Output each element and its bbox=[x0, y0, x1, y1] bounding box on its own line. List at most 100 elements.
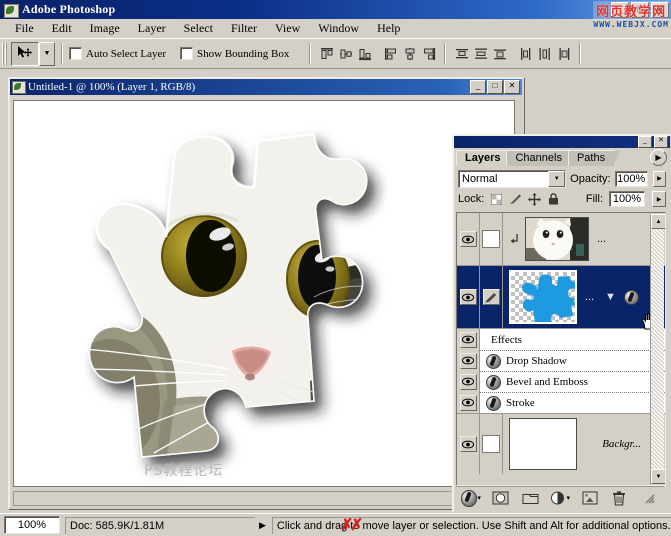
document-minimize-button[interactable]: _ bbox=[470, 80, 486, 94]
layer-visibility-cell[interactable] bbox=[457, 266, 480, 328]
new-group-icon[interactable] bbox=[520, 490, 540, 507]
lock-position-icon[interactable] bbox=[528, 192, 542, 206]
delete-layer-icon[interactable] bbox=[609, 490, 629, 507]
table-row[interactable]: Backgr... bbox=[457, 413, 665, 474]
auto-select-layer-checkbox[interactable] bbox=[69, 47, 82, 60]
tab-channels[interactable]: Channels bbox=[506, 150, 578, 166]
palette-title-bar[interactable]: _ ✕ bbox=[454, 136, 670, 148]
eye-icon[interactable] bbox=[459, 394, 477, 411]
cat-photo-thumb[interactable] bbox=[525, 217, 589, 261]
align-vertical-centers-icon[interactable] bbox=[336, 44, 355, 64]
document-title-bar[interactable]: Untitled-1 @ 100% (Layer 1, RGB/8) _ □ ✕ bbox=[10, 79, 522, 95]
tab-paths[interactable]: Paths bbox=[567, 150, 621, 166]
new-adjustment-layer-icon[interactable]: ▾ bbox=[550, 490, 570, 507]
layer-list[interactable]: ... ... ▼ Effects Drop Shadow Bevel and … bbox=[456, 212, 666, 486]
tool-options-bar: ▼ Auto Select Layer Show Bounding Box bbox=[0, 38, 671, 69]
align-left-edges-icon[interactable] bbox=[381, 44, 400, 64]
collapse-effects-icon[interactable]: ▼ bbox=[605, 291, 616, 303]
layer-mask-icon[interactable] bbox=[491, 490, 511, 507]
effect-visibility-cell[interactable] bbox=[457, 394, 479, 411]
distribute-top-edges-icon[interactable] bbox=[452, 44, 471, 64]
opacity-input[interactable]: 100% bbox=[614, 170, 648, 187]
layer-visibility-cell[interactable] bbox=[457, 213, 480, 265]
align-bottom-edges-icon[interactable] bbox=[355, 44, 374, 64]
scroll-down-button[interactable]: ▼ bbox=[651, 469, 665, 484]
layer-list-scrollbar[interactable]: ▲ ▼ bbox=[650, 214, 665, 484]
palette-menu-icon[interactable]: ▶ bbox=[650, 149, 667, 166]
layer-edit-cell[interactable] bbox=[480, 266, 503, 328]
lock-image-pixels-icon[interactable] bbox=[509, 193, 522, 206]
document-close-button[interactable]: ✕ bbox=[504, 80, 520, 94]
effect-row-stroke[interactable]: Stroke bbox=[457, 391, 665, 414]
effect-visibility-cell[interactable] bbox=[457, 373, 479, 390]
effect-visibility-cell[interactable] bbox=[457, 352, 479, 369]
opacity-slider-arrow-icon[interactable]: ▶ bbox=[652, 170, 666, 187]
effect-row-drop-shadow[interactable]: Drop Shadow bbox=[457, 349, 665, 372]
effect-cell[interactable]: Stroke bbox=[479, 391, 665, 414]
eye-icon[interactable] bbox=[459, 373, 477, 390]
eye-icon[interactable] bbox=[459, 289, 477, 305]
brush-icon[interactable] bbox=[482, 289, 500, 305]
eye-icon[interactable] bbox=[459, 352, 477, 369]
layer-effects-indicators: ▼ bbox=[605, 289, 649, 305]
distribute-horizontal-centers-icon[interactable] bbox=[535, 44, 554, 64]
document-canvas[interactable]: PS教程论坛 bbox=[13, 100, 515, 487]
align-horizontal-centers-icon[interactable] bbox=[400, 44, 419, 64]
background-layer-thumb[interactable] bbox=[509, 418, 577, 470]
lock-transparency-icon[interactable] bbox=[490, 193, 503, 206]
menu-window[interactable]: Window bbox=[309, 19, 368, 38]
menu-layer[interactable]: Layer bbox=[129, 19, 175, 38]
menu-select[interactable]: Select bbox=[175, 19, 222, 38]
move-tool-icon[interactable] bbox=[11, 41, 39, 66]
align-right-edges-icon[interactable] bbox=[419, 44, 438, 64]
palette-close-button[interactable]: ✕ bbox=[654, 136, 668, 148]
distribute-left-edges-icon[interactable] bbox=[516, 44, 535, 64]
red-x-annotation: ✗ bbox=[350, 517, 364, 534]
tab-layers[interactable]: Layers bbox=[456, 150, 517, 166]
document-scrollbar-area[interactable] bbox=[10, 490, 522, 507]
palette-minimize-button[interactable]: _ bbox=[638, 136, 652, 148]
eye-icon[interactable] bbox=[459, 231, 477, 247]
eye-icon[interactable] bbox=[459, 331, 477, 348]
table-row[interactable]: ... bbox=[457, 213, 665, 266]
blue-puzzle-piece-thumb[interactable] bbox=[509, 270, 577, 324]
align-top-edges-icon[interactable] bbox=[317, 44, 336, 64]
effects-visibility-cell[interactable] bbox=[457, 331, 479, 348]
menu-view[interactable]: View bbox=[266, 19, 309, 38]
menu-edit[interactable]: Edit bbox=[43, 19, 81, 38]
fill-input[interactable]: 100% bbox=[609, 191, 645, 207]
layer-visibility-cell[interactable] bbox=[457, 414, 480, 474]
zoom-level-input[interactable]: 100% bbox=[4, 516, 60, 534]
scroll-up-button[interactable]: ▲ bbox=[651, 214, 665, 229]
menu-image[interactable]: Image bbox=[81, 19, 129, 38]
layer-style-fx-icon[interactable]: ▾ bbox=[460, 489, 481, 507]
effect-row-bevel-and-emboss[interactable]: Bevel and Emboss bbox=[457, 370, 665, 393]
lock-all-icon[interactable] bbox=[547, 193, 560, 206]
layer-link-cell[interactable] bbox=[480, 213, 503, 265]
fill-slider-arrow-icon[interactable]: ▶ bbox=[652, 191, 666, 207]
table-row[interactable]: ... ▼ bbox=[457, 266, 665, 330]
show-bounding-box-checkbox[interactable] bbox=[180, 47, 194, 60]
new-layer-icon[interactable] bbox=[580, 490, 600, 507]
layer-link-cell[interactable] bbox=[480, 414, 503, 474]
photoshop-app-window: Adobe Photoshop _ □ ✕ 网页教学网 WWW.WEBJX.CO… bbox=[0, 0, 671, 536]
menu-filter[interactable]: Filter bbox=[222, 19, 266, 38]
menu-file[interactable]: File bbox=[6, 19, 43, 38]
options-separator-1 bbox=[61, 43, 63, 64]
tool-preset-dropdown[interactable]: ▼ bbox=[39, 41, 55, 66]
distribute-vertical-centers-icon[interactable] bbox=[471, 44, 490, 64]
blend-mode-select[interactable]: Normal ▼ bbox=[458, 169, 567, 188]
effect-cell[interactable]: Bevel and Emboss bbox=[479, 370, 665, 393]
options-bar-grip[interactable] bbox=[2, 42, 8, 65]
distribute-right-edges-icon[interactable] bbox=[554, 44, 573, 64]
resize-grip-icon[interactable] bbox=[639, 490, 659, 507]
document-maximize-button[interactable]: □ bbox=[487, 80, 503, 94]
eye-icon[interactable] bbox=[459, 436, 477, 452]
status-expander-icon[interactable]: ▶ bbox=[259, 520, 266, 531]
menu-help[interactable]: Help bbox=[368, 19, 409, 38]
photoshop-logo-icon bbox=[3, 3, 19, 18]
chevron-down-icon[interactable]: ▼ bbox=[548, 170, 566, 187]
fx-icon[interactable] bbox=[623, 289, 639, 305]
effect-cell[interactable]: Drop Shadow bbox=[479, 349, 665, 372]
distribute-bottom-edges-icon[interactable] bbox=[490, 44, 509, 64]
